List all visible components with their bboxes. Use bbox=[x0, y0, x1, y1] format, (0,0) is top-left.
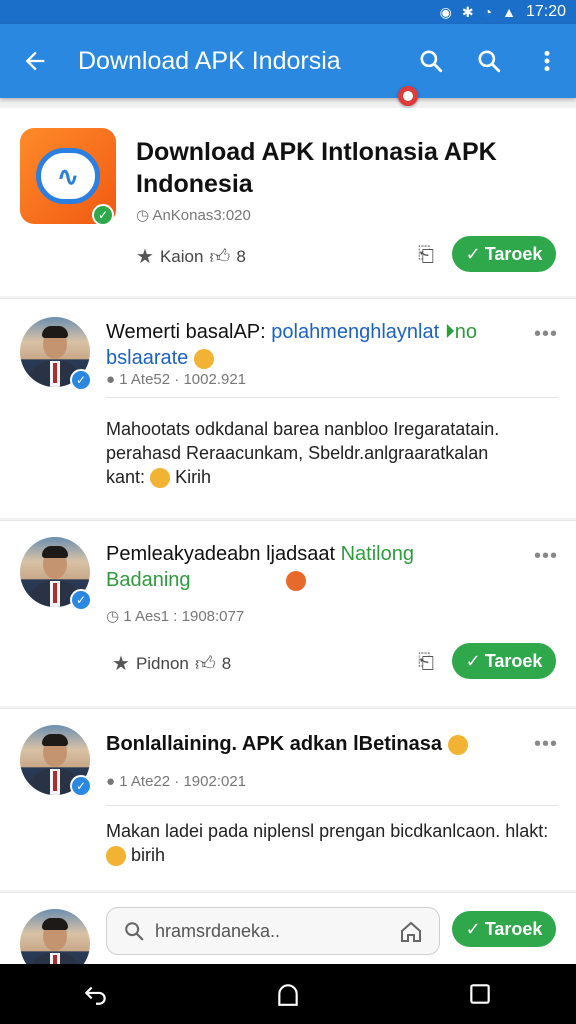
share-icon[interactable]: ⎗ bbox=[418, 244, 440, 268]
check-icon: ✓ bbox=[465, 918, 481, 939]
nav-home-button[interactable] bbox=[258, 964, 318, 1024]
coin-icon: ● bbox=[106, 371, 120, 388]
signal-icon: ▲ bbox=[502, 4, 516, 20]
post-meta: ● 1 Ate22 · 1902:021 bbox=[106, 773, 247, 790]
overflow-menu-button[interactable] bbox=[518, 24, 576, 98]
home-icon[interactable] bbox=[399, 920, 423, 944]
rating-label: Kaion bbox=[159, 246, 204, 266]
search-card: hramsrdaneka.. ✓ Taroek bbox=[0, 892, 576, 979]
search-icon bbox=[125, 922, 144, 941]
wifi-icon: ◉ bbox=[439, 3, 452, 20]
play-icon: ⏵ bbox=[444, 321, 455, 343]
chat-icon: ∿ bbox=[56, 160, 80, 192]
install-button[interactable]: ✓ Taroek bbox=[452, 911, 556, 947]
search-button-secondary[interactable] bbox=[460, 24, 518, 98]
verified-icon: ✓ bbox=[70, 775, 92, 797]
post-body: Mahootats odkdanal barea nanbloo Iregara… bbox=[106, 419, 500, 489]
check-icon: ✓ bbox=[465, 243, 481, 264]
search-icon bbox=[478, 50, 501, 73]
post-stats: ★ Pidnon 👍︎ 8 bbox=[112, 651, 231, 676]
install-button[interactable]: ✓ Taroek bbox=[452, 643, 556, 679]
emoji-icon bbox=[286, 570, 307, 591]
divider bbox=[106, 805, 558, 806]
verified-icon: ✓ bbox=[70, 369, 92, 391]
clock-icon: ◷ bbox=[136, 207, 153, 224]
verified-icon: ✓ bbox=[92, 204, 114, 226]
emoji-icon bbox=[150, 468, 171, 489]
recents-icon bbox=[470, 984, 490, 1004]
install-button[interactable]: ✓ Taroek bbox=[452, 236, 556, 272]
app-stats: ★ Kaion 👍︎ 8 bbox=[136, 244, 246, 269]
emoji-icon bbox=[447, 734, 468, 755]
coin-icon: ● bbox=[106, 773, 120, 790]
clock-icon: ◷ bbox=[106, 608, 124, 625]
nav-recents-button[interactable] bbox=[450, 964, 510, 1024]
back-icon bbox=[84, 986, 106, 1005]
search-icon bbox=[420, 50, 443, 73]
more-options-button[interactable]: ••• bbox=[534, 545, 558, 568]
emoji-icon bbox=[193, 348, 214, 369]
nav-back-button[interactable] bbox=[66, 964, 126, 1024]
post-title[interactable]: Wemerti basalAP: polahmenghlaynlat ⏵no b… bbox=[106, 319, 516, 371]
post-title[interactable]: Bonlallaining. APK adkan lBetinasa bbox=[106, 731, 516, 757]
post-meta: ◷ 1 Aes1 : 1908:077 bbox=[106, 608, 245, 625]
post-card: ✓ Wemerti basalAP: polahmenghlaynlat ⏵no… bbox=[0, 298, 576, 518]
more-options-button[interactable]: ••• bbox=[534, 323, 558, 346]
emoji-icon bbox=[106, 846, 126, 867]
more-options-button[interactable]: ••• bbox=[534, 733, 558, 756]
post-meta: ● 1 Ate52 · 1002.921 bbox=[106, 371, 247, 388]
home-icon bbox=[278, 984, 298, 1006]
thumbs-up-icon[interactable]: 👍︎ bbox=[209, 245, 230, 269]
system-nav-bar bbox=[0, 964, 576, 1024]
alarm-icon: ◔ bbox=[483, 4, 493, 20]
post-card: ✓ Pemleakyadeabn ljadsaat Natilong Badan… bbox=[0, 520, 576, 706]
search-placeholder: hramsrdaneka.. bbox=[155, 920, 281, 941]
app-card: ∿ ✓ Download APK Intlonasia APK Indonesi… bbox=[0, 108, 576, 296]
post-title[interactable]: Pemleakyadeabn ljadsaat Natilong Badanin… bbox=[106, 541, 516, 593]
star-icon[interactable]: ★ bbox=[136, 244, 154, 269]
app-bar: Download APK Indorsia bbox=[0, 24, 576, 98]
notification-dot bbox=[398, 86, 418, 106]
check-icon: ✓ bbox=[465, 650, 481, 671]
star-icon[interactable]: ★ bbox=[112, 651, 130, 676]
likes-count: 8 bbox=[221, 653, 232, 673]
app-bar-title: Download APK Indorsia bbox=[78, 46, 341, 75]
divider bbox=[106, 397, 558, 398]
rating-label: Pidnon bbox=[135, 653, 189, 673]
app-meta: ◷ AnKonas3:020 bbox=[136, 207, 251, 224]
thumbs-up-icon[interactable]: 👍︎ bbox=[195, 652, 216, 676]
post-body: Makan ladei pada niplensl prengan bicdka… bbox=[106, 821, 549, 867]
app-title: Download APK Intlonasia APK Indonesia bbox=[136, 138, 497, 198]
bluetooth-icon: ✱ bbox=[461, 3, 474, 20]
share-icon[interactable]: ⎗ bbox=[418, 651, 440, 675]
likes-count: 8 bbox=[236, 246, 246, 266]
arrow-left-icon bbox=[25, 51, 45, 71]
verified-icon: ✓ bbox=[70, 589, 92, 611]
status-time: 17:20 bbox=[525, 3, 566, 20]
post-card: ✓ Bonlallaining. APK adkan lBetinasa •••… bbox=[0, 708, 576, 890]
search-input[interactable]: hramsrdaneka.. bbox=[106, 907, 440, 955]
more-vert-icon bbox=[544, 50, 550, 72]
back-button[interactable] bbox=[0, 24, 70, 98]
status-bar: ◉ ✱ ◔ ▲ 17:20 bbox=[0, 0, 576, 24]
